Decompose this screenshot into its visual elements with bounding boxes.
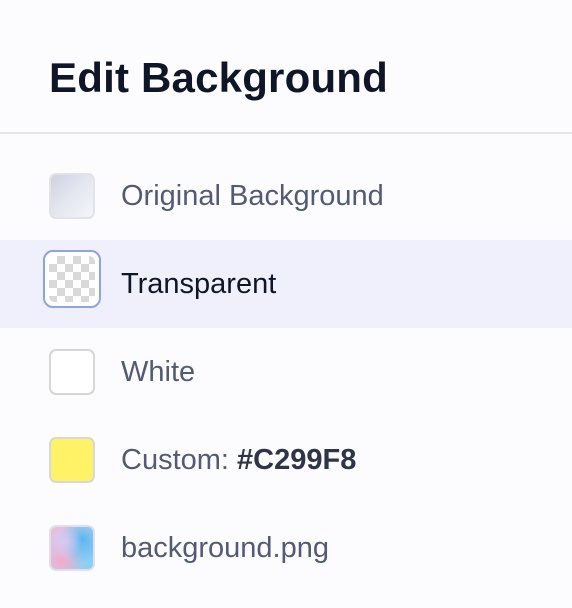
option-label: White xyxy=(121,356,196,388)
custom-label-prefix: Custom: xyxy=(121,444,229,476)
transparent-checkerboard-swatch xyxy=(49,256,95,302)
option-white[interactable]: White xyxy=(0,328,572,416)
panel-title: Edit Background xyxy=(49,54,389,101)
option-label: Original Background xyxy=(121,180,384,212)
original-background-swatch xyxy=(49,173,95,219)
option-label: Transparent xyxy=(121,268,277,300)
white-swatch xyxy=(49,349,95,395)
image-thumbnail-swatch xyxy=(49,525,95,571)
selected-swatch-outline xyxy=(43,250,101,308)
option-label: background.png xyxy=(121,532,329,564)
custom-color-swatch[interactable] xyxy=(49,437,95,483)
option-custom-color[interactable]: Custom: #C299F8 xyxy=(0,416,572,504)
option-original-background[interactable]: Original Background xyxy=(0,152,572,240)
custom-hex-value: #C299F8 xyxy=(237,444,357,476)
option-background-image[interactable]: background.png xyxy=(0,504,572,592)
panel-header: Edit Background xyxy=(0,0,572,134)
option-label: Custom: #C299F8 xyxy=(121,443,356,477)
option-transparent[interactable]: Transparent xyxy=(0,240,572,328)
